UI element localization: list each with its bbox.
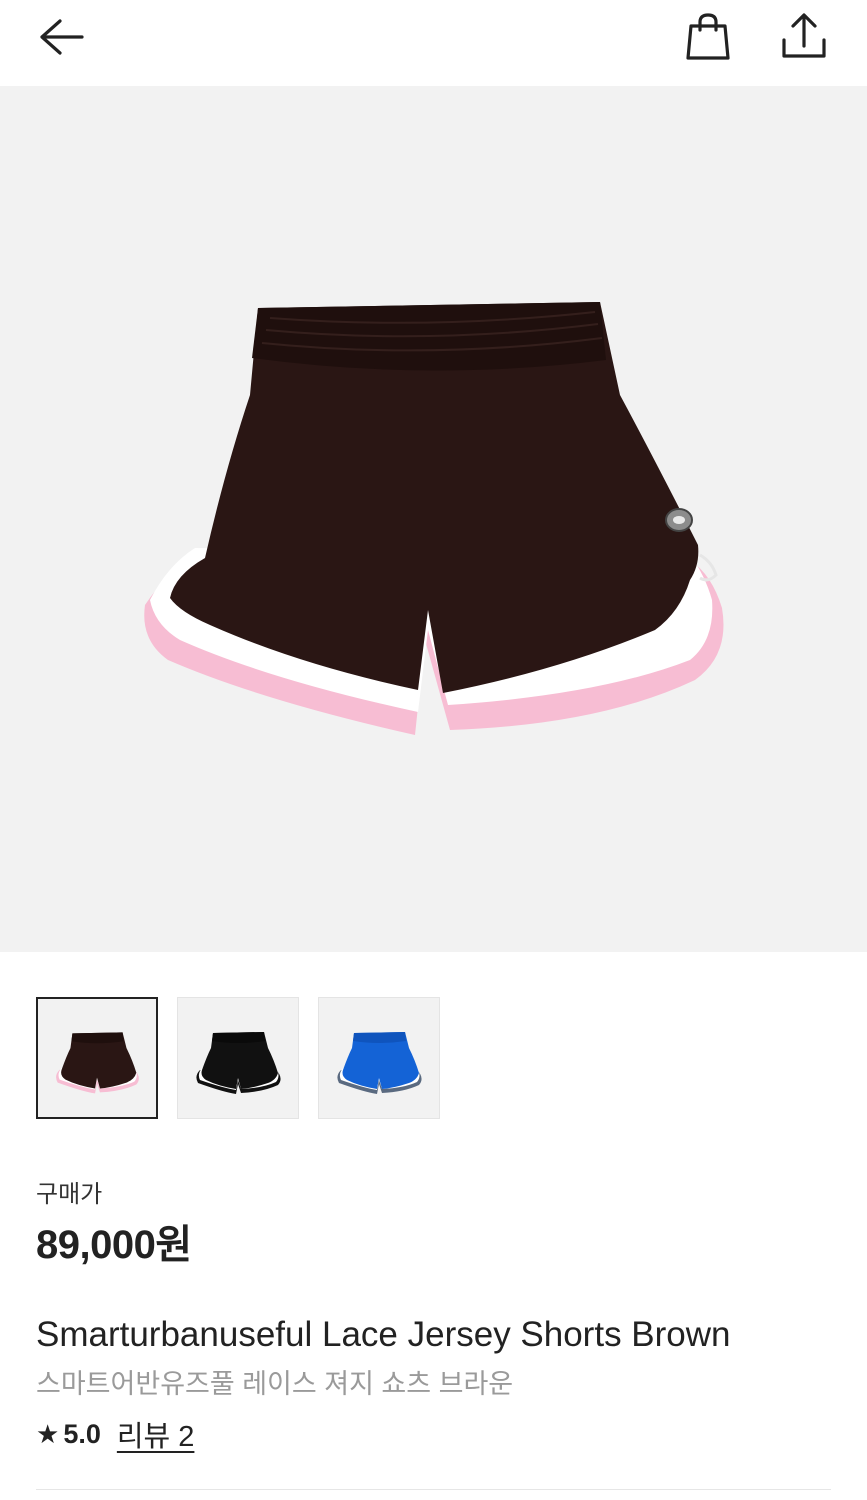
price-label: 구매가 (36, 1181, 103, 1208)
product-title-korean: 스마트어반유즈풀 레이스 져지 쇼츠 브라운 (36, 1369, 514, 1399)
arrow-left-icon (40, 19, 84, 55)
shopping-bag-button[interactable] (680, 10, 736, 66)
thumbnail-blue[interactable] (318, 997, 440, 1119)
shorts-thumbnail-black (196, 1032, 281, 1094)
rating-value: 5.0 (63, 1418, 101, 1449)
share-upload-icon (782, 13, 826, 58)
reviews-link[interactable]: 리뷰 2 (117, 1413, 195, 1455)
product-main-image[interactable] (0, 86, 867, 952)
thumbnail-black[interactable] (177, 997, 299, 1119)
product-title-english: Smarturbanuseful Lace Jersey Shorts Brow… (36, 1315, 731, 1354)
star-icon: ★ (36, 1418, 60, 1449)
share-button[interactable] (776, 8, 832, 64)
shorts-thumbnail-blue (337, 1032, 422, 1094)
rating-row: ★ 5.0 리뷰 2 (36, 1414, 194, 1454)
back-button[interactable] (30, 12, 90, 62)
thumbnail-brown[interactable] (36, 997, 158, 1119)
top-navigation-bar (0, 0, 867, 86)
price-value: 89,000원 (36, 1223, 192, 1267)
shorts-illustration (144, 302, 724, 735)
shopping-bag-icon (686, 13, 730, 60)
divider (36, 1489, 831, 1490)
shorts-thumbnail-brown (56, 1032, 139, 1094)
